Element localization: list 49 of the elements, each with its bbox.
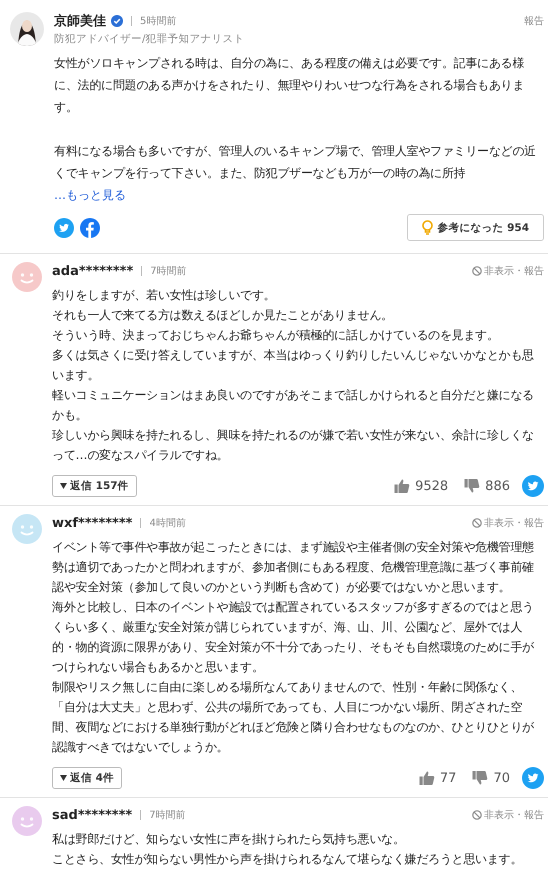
comment-text: そういう時、決まっておじちゃんお爺ちゃんが積極的に話しかけているのを見ます。 <box>52 327 500 344</box>
hide-report-link[interactable]: 非表示・報告 <box>484 808 544 822</box>
comment-text: 軽いコミュニケーションはまあ良いのですがあそこまで話しかけられると自分だと嫌になるかも。 <box>52 387 535 424</box>
author-name[interactable]: 京師美佳 <box>54 12 106 30</box>
thumbs-down-icon[interactable] <box>472 770 488 786</box>
hide-icon <box>472 810 482 820</box>
comment-text: 釣りをしますが、若い女性は珍しいです。 <box>52 287 276 304</box>
verified-icon <box>111 15 123 27</box>
hide-report-link[interactable]: 非表示・報告 <box>484 264 544 278</box>
comment-text: 制限やリスク無しに自由に楽しめる場所なんてありませんので、性別・年齢に関係なく、「自分は大丈夫」と思わず、公共の場所であっても、人目につかない場所、閉ざされた空間、夜間などにおける単独行動がどれほど危険と隣り合わせなものなのか、ひとりひとりが認識すべきではないでしょうか。 <box>52 679 535 756</box>
twitter-icon[interactable] <box>522 475 544 497</box>
twitter-icon[interactable] <box>54 218 74 238</box>
replies-button[interactable]: 返信 157件 <box>52 475 137 497</box>
post-time: 7時間前 <box>150 264 187 278</box>
hide-icon <box>472 518 482 528</box>
like-count: 77 <box>440 770 456 786</box>
author-title: 防犯アドバイザー/犯罪予知アナリスト <box>54 32 246 46</box>
dislike-count: 886 <box>485 478 510 494</box>
dislike-count: 70 <box>493 770 510 786</box>
user-name[interactable]: ada******** <box>52 264 134 278</box>
comment-text: 海外と比較し、日本のイベントや施設では配置されているスタッフが多すぎるのではと思うくらい多く、厳重な安全対策が講じられていますが、海、山、川、公園など、屋外では人的・物的資源に限界があり、安全対策が不十分であったり、そもそも自然環境のために手がつけられない場合もあるかと思います。 <box>52 599 535 676</box>
post-time: 4時間前 <box>149 516 186 530</box>
comment-text: 多くは気さくに受け答えしていますが、本当はゆっくり釣りしたいんじゃないかなとかも思います。 <box>52 347 535 384</box>
thumbs-up-icon[interactable] <box>418 770 435 786</box>
comment-text: それも一人で来てる方は数えるほどしか見たことがありません。 <box>52 307 394 324</box>
helpful-button[interactable]: 参考になった 954 <box>407 214 544 241</box>
user-name[interactable]: wxf******** <box>52 516 132 530</box>
comment-text: 女性がソロキャンプされる時は、自分の為に、ある程度の備えは必要です。記事にある様に、法的に問題のある声かけをされたり、無理やりわいせつな行為をされる場合もあります。 <box>54 55 525 116</box>
caret-icon <box>60 483 67 489</box>
comment-text: 有料になる場合も多いですが、管理人のいるキャンプ場で、管理人室やファミリーなどの近くでキャンプを行って下さい。また、防犯ブザーなども万が一の時の為に所持 <box>54 143 537 182</box>
thumbs-down-icon[interactable] <box>464 478 480 494</box>
post-time: 7時間前 <box>149 808 186 822</box>
thumbs-up-icon[interactable] <box>394 478 410 494</box>
comment-text: イベント等で事件や事故が起こったときには、まず施設や主催者側の安全対策や危機管理態勢は適切であったかと問われますが、参加者側にもある程度、危機管理意識に基づく事前確認や安全対策（参加して良いのかという判断も含めて）が必要ではないかと思います。 <box>52 539 535 596</box>
caret-icon <box>60 775 67 781</box>
comment-text: 私は野郎だけど、知らない女性に声を掛けられたら気持ち悪いな。 <box>52 831 406 848</box>
like-count: 9528 <box>415 478 448 494</box>
hide-icon <box>472 266 482 276</box>
comment-text: ことさら、女性が知らない男性から声を掛けられるなんて堪らなく嫌だろうと思います。 <box>52 851 523 868</box>
report-link[interactable]: 報告 <box>524 14 544 28</box>
hide-report-link[interactable]: 非表示・報告 <box>484 516 544 530</box>
comment-text: 珍しいから興味を持たれるし、興味を持たれるのが嫌で若い女性が来ない、余計に珍しくなって…の変なスパイラルですね。 <box>52 427 535 464</box>
facebook-icon[interactable] <box>80 218 100 238</box>
user-name[interactable]: sad******** <box>52 808 132 822</box>
more-link[interactable]: …もっと見る <box>54 186 126 204</box>
post-time: 5時間前 <box>140 14 176 28</box>
replies-button[interactable]: 返信 4件 <box>52 767 122 789</box>
twitter-icon[interactable] <box>522 767 544 789</box>
lightbulb-icon <box>422 220 434 235</box>
